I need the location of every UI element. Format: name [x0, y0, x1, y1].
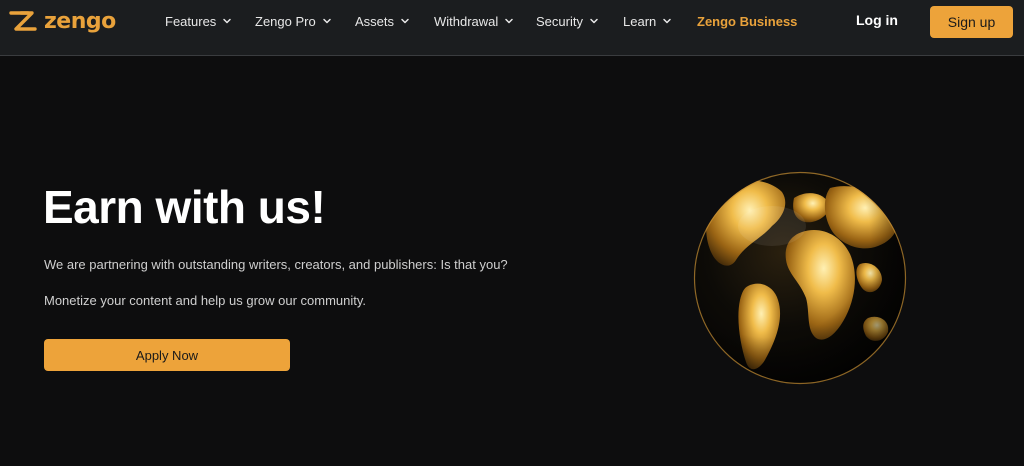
nav-item-label: Features [165, 13, 217, 29]
chevron-down-icon [322, 18, 331, 24]
nav-item-zengo-pro[interactable]: Zengo Pro [255, 12, 332, 30]
apply-now-button[interactable]: Apply Now [44, 339, 290, 371]
zengo-logo[interactable]: zengo [8, 9, 116, 35]
nav-item-assets[interactable]: Assets [355, 12, 410, 30]
nav-item-label: Zengo Pro [255, 13, 316, 29]
chevron-down-icon [505, 18, 514, 24]
nav-item-security[interactable]: Security [536, 12, 599, 30]
top-navbar: zengo Features Zengo Pro Assets Withdraw… [0, 0, 1024, 56]
golden-globe-icon [693, 171, 907, 385]
nav-item-withdrawal[interactable]: Withdrawal [434, 12, 514, 30]
hero-subdescription: Monetize your content and help us grow o… [44, 293, 367, 308]
nav-item-label: Assets [355, 13, 395, 29]
nav-item-label: Withdrawal [434, 13, 499, 29]
login-link[interactable]: Log in [856, 12, 898, 28]
chevron-down-icon [590, 18, 598, 24]
nav-item-label: Learn [623, 13, 657, 29]
logo-wordmark: zengo [44, 9, 116, 34]
nav-item-features[interactable]: Features [165, 12, 232, 30]
nav-item-zengo-business[interactable]: Zengo Business [697, 12, 797, 30]
nav-item-learn[interactable]: Learn [623, 12, 672, 30]
chevron-down-icon [663, 18, 671, 24]
chevron-down-icon [223, 18, 232, 24]
hero-description: We are partnering with outstanding write… [44, 257, 508, 272]
signup-button[interactable]: Sign up [930, 6, 1013, 38]
chevron-down-icon [401, 18, 409, 24]
zengo-logo-icon [9, 11, 37, 31]
hero-title: Earn with us! [43, 181, 326, 233]
nav-item-label: Security [536, 13, 583, 29]
nav-item-label: Zengo Business [697, 13, 798, 29]
